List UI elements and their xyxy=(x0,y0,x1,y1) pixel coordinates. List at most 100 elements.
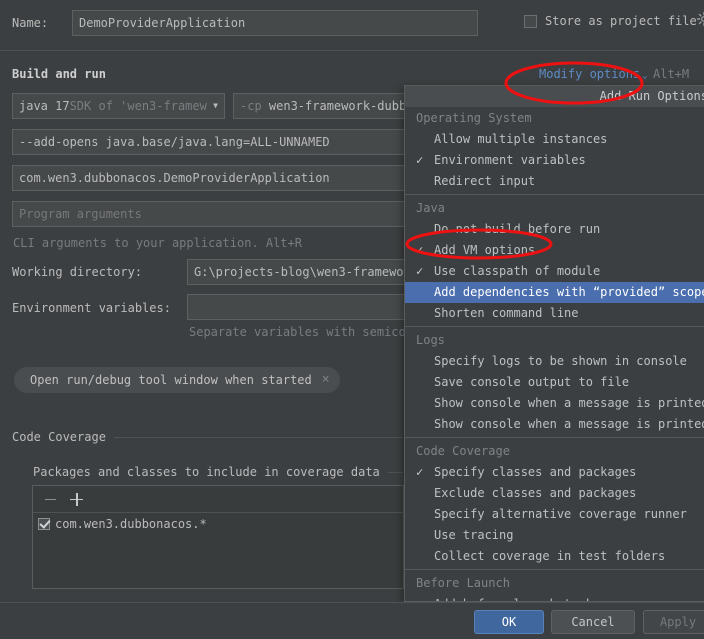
section-divider-line xyxy=(113,436,402,438)
menu-item-label: Collect coverage in test folders xyxy=(434,549,666,563)
main-class-field[interactable]: com.wen3.dubbonacos.DemoProviderApplicat… xyxy=(12,165,419,191)
name-input[interactable]: DemoProviderApplication xyxy=(72,10,478,36)
check-icon: ✓ xyxy=(416,465,424,479)
menu-item[interactable]: Show console when a message is printed xyxy=(405,414,704,435)
store-as-project-file-row[interactable]: Store as project file xyxy=(524,14,697,28)
run-configuration-dialog: Name: DemoProviderApplication Store as p… xyxy=(0,0,704,639)
menu-item[interactable]: Specify logs to be shown in console xyxy=(405,351,704,372)
ok-button[interactable]: OK xyxy=(474,610,544,634)
menu-item[interactable]: Shorten command line xyxy=(405,303,704,324)
packages-title: Packages and classes to include in cover… xyxy=(33,465,380,479)
environment-variables-label: Environment variables: xyxy=(12,301,171,315)
vm-options-field[interactable]: --add-opens java.base/java.lang=ALL-UNNA… xyxy=(12,129,419,155)
menu-item-label: Add before launch task xyxy=(434,594,593,601)
jre-sdk-selector[interactable]: java 17 SDK of 'wen3-framew ▼ xyxy=(12,93,225,119)
menu-item[interactable]: Allow multiple instances xyxy=(405,129,704,150)
packages-section-header: Packages and classes to include in cover… xyxy=(33,465,403,479)
menu-item-label: Use classpath of module xyxy=(434,264,601,278)
menu-item[interactable]: Add before launch task xyxy=(405,594,704,601)
menu-item[interactable]: Specify alternative coverage runner xyxy=(405,504,704,525)
environment-variables-field[interactable] xyxy=(187,294,419,320)
menu-item[interactable]: Exclude classes and packages xyxy=(405,483,704,504)
header-divider xyxy=(0,50,704,51)
menu-group-title: Code Coverage xyxy=(416,444,510,458)
menu-item[interactable]: Save console output to file xyxy=(405,372,704,393)
menu-item-label: Save console output to file xyxy=(434,375,630,389)
check-icon: ✓ xyxy=(416,243,424,257)
plus-icon[interactable] xyxy=(70,492,83,506)
list-item[interactable]: com.wen3.dubbonacos.* xyxy=(33,513,403,531)
menu-group-title: Java xyxy=(416,201,445,215)
menu-item[interactable]: Redirect input xyxy=(405,171,704,192)
coverage-list-box: com.wen3.dubbonacos.* xyxy=(32,485,404,589)
menu-item[interactable]: ✓ Use classpath of module xyxy=(405,261,704,282)
working-directory-field[interactable]: G:\projects-blog\wen3-framewor xyxy=(187,259,419,285)
dialog-button-bar: OK Cancel Apply xyxy=(0,602,704,639)
classpath-module: wen3-framework-dubb xyxy=(261,99,407,113)
coverage-list-toolbar xyxy=(33,486,403,513)
menu-item-label: Specify classes and packages xyxy=(434,465,637,479)
menu-item[interactable]: Show console when a message is printed xyxy=(405,393,704,414)
menu-item-label: Shorten command line xyxy=(434,306,579,320)
close-icon[interactable]: × xyxy=(322,367,330,393)
menu-group-separator xyxy=(405,569,704,570)
menu-item-label: Use tracing xyxy=(434,528,514,542)
menu-item-label: Environment variables xyxy=(434,153,586,167)
chevron-down-icon: ▼ xyxy=(213,101,218,110)
sdk-description: SDK of 'wen3-framew xyxy=(69,99,207,113)
classpath-field[interactable]: -cp wen3-framework-dubb xyxy=(233,93,419,119)
menu-group-separator xyxy=(405,437,704,438)
menu-item[interactable]: ✓ Add VM options xyxy=(405,240,704,261)
menu-item-label: Redirect input xyxy=(434,174,536,188)
cancel-button[interactable]: Cancel xyxy=(551,610,635,634)
section-divider-line xyxy=(387,471,403,473)
menu-item-label: Specify logs to be shown in console xyxy=(434,354,687,368)
menu-group-separator xyxy=(405,194,704,195)
program-arguments-field[interactable]: Program arguments xyxy=(12,201,419,227)
menu-item-label: Show console when a message is printed xyxy=(434,417,704,431)
check-icon: ✓ xyxy=(416,153,424,167)
cli-arguments-hint: CLI arguments to your application. Alt+R xyxy=(13,236,302,250)
apply-button[interactable]: Apply xyxy=(643,610,704,634)
modify-options-shortcut: Alt+M xyxy=(653,67,690,81)
open-run-debug-tool-window-chip[interactable]: Open run/debug tool window when started … xyxy=(14,367,340,393)
dropdown-body: Operating System Allow multiple instances… xyxy=(405,107,704,601)
menu-item-label: Show console when a message is printed xyxy=(434,396,704,410)
menu-item-label: Add VM options xyxy=(434,243,536,257)
gear-icon[interactable] xyxy=(697,12,704,26)
menu-item-label: Specify alternative coverage runner xyxy=(434,507,687,521)
modify-options-label: Modify options xyxy=(539,67,641,81)
menu-item-label: Allow multiple instances xyxy=(434,132,608,146)
name-label: Name: xyxy=(12,16,49,30)
minus-icon[interactable] xyxy=(45,498,56,500)
menu-group-title: Before Launch xyxy=(416,576,510,590)
modify-options-link[interactable]: Modify options ⌄ xyxy=(539,67,648,81)
menu-item[interactable]: Add dependencies with “provided” scope xyxy=(405,282,704,303)
store-as-project-file-checkbox[interactable] xyxy=(524,14,537,28)
store-as-project-file-label: Store as project file xyxy=(545,14,697,28)
menu-item[interactable]: ✓ Environment variables xyxy=(405,150,704,171)
build-and-run-title: Build and run xyxy=(12,67,106,81)
code-coverage-section-header: Code Coverage xyxy=(12,430,402,444)
menu-group-title: Operating System xyxy=(416,111,532,125)
menu-item-label: Do not build before run xyxy=(434,222,601,236)
dropdown-header: Add Run Options xyxy=(405,86,704,107)
chevron-down-icon: ⌄ xyxy=(642,71,648,81)
menu-item[interactable]: Collect coverage in test folders xyxy=(405,546,704,567)
menu-item-label: Exclude classes and packages xyxy=(434,486,637,500)
menu-item[interactable]: Use tracing xyxy=(405,525,704,546)
menu-group-separator xyxy=(405,326,704,327)
working-directory-label: Working directory: xyxy=(12,265,143,279)
sdk-version: java 17 xyxy=(19,99,70,113)
menu-group-title: Logs xyxy=(416,333,445,347)
coverage-row-checkbox[interactable] xyxy=(38,518,50,530)
coverage-row-label: com.wen3.dubbonacos.* xyxy=(55,517,207,531)
classpath-prefix: -cp xyxy=(240,99,262,113)
environment-variables-hint: Separate variables with semicol xyxy=(189,325,413,339)
menu-item[interactable]: ✓ Specify classes and packages xyxy=(405,462,704,483)
code-coverage-title: Code Coverage xyxy=(12,430,106,444)
menu-item[interactable]: Do not build before run xyxy=(405,219,704,240)
modify-options-dropdown: Add Run Options Operating System Allow mu… xyxy=(404,85,704,602)
chip-label: Open run/debug tool window when started xyxy=(30,373,312,387)
check-icon: ✓ xyxy=(416,264,424,278)
